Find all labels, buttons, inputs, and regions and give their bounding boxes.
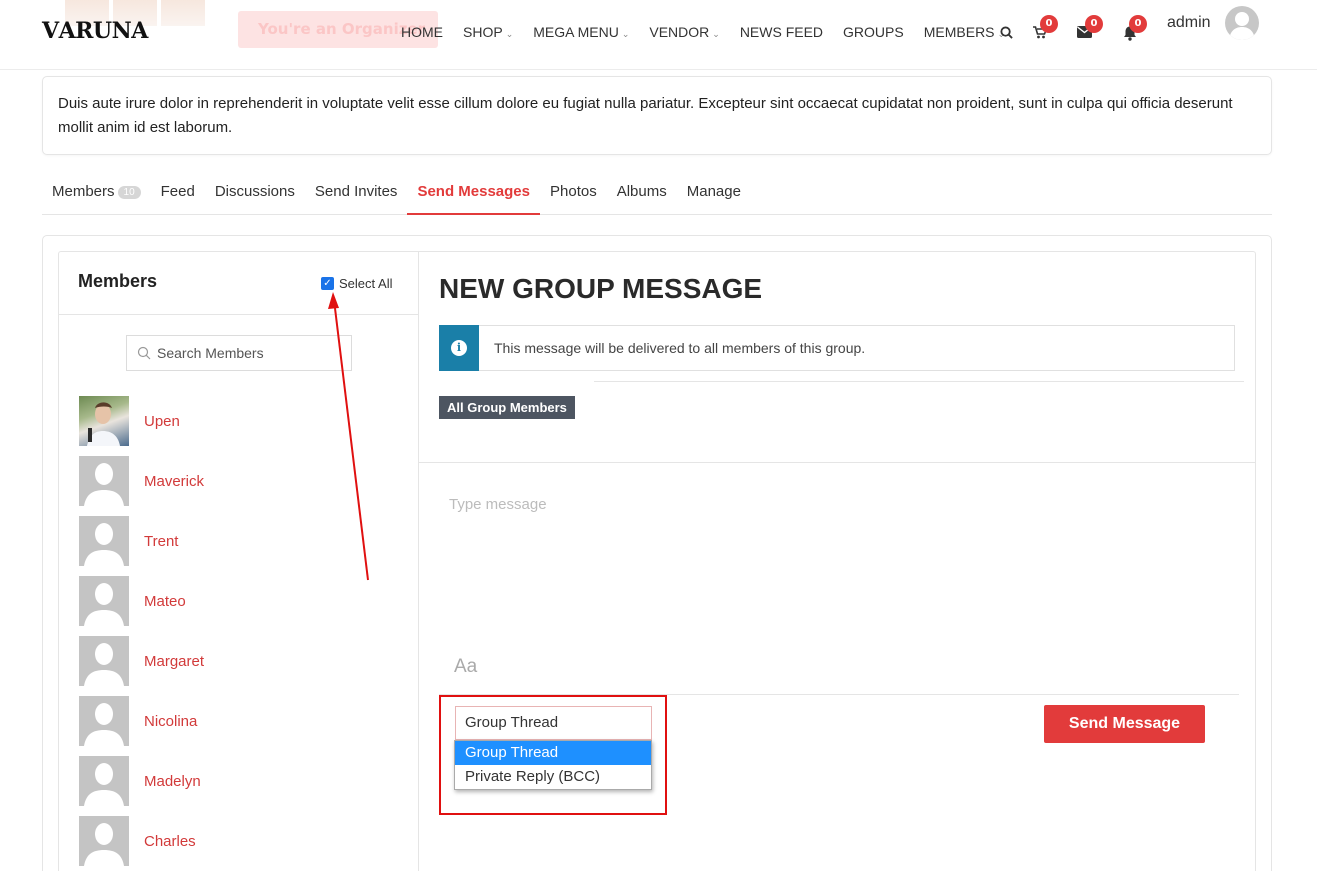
tab-send-invites[interactable]: Send Invites — [305, 170, 408, 215]
tab-manage[interactable]: Manage — [677, 170, 751, 215]
chevron-down-icon: ⌄ — [505, 29, 514, 39]
avatar[interactable] — [79, 816, 129, 866]
tab-albums[interactable]: Albums — [607, 170, 677, 215]
chevron-down-icon: ⌄ — [621, 29, 630, 39]
avatar[interactable] — [79, 696, 129, 746]
list-item[interactable]: Maverick — [79, 456, 204, 506]
member-name[interactable]: Charles — [144, 833, 196, 850]
member-name[interactable]: Madelyn — [144, 773, 201, 790]
member-name[interactable]: Margaret — [144, 653, 204, 670]
nav-item-mega-menu[interactable]: MEGA MENU ⌄ — [533, 24, 629, 40]
group-tabs: Members 10 Feed Discussions Send Invites Send… — [42, 170, 1272, 215]
members-sidebar: Members ✓ Select All Search Members Upen… — [58, 251, 419, 871]
list-item[interactable]: Trent — [79, 516, 178, 566]
composer-divider — [419, 462, 1256, 463]
nav-item-news-feed[interactable]: NEWS FEED — [740, 24, 823, 40]
tab-feed[interactable]: Feed — [151, 170, 205, 215]
tab-discussions[interactable]: Discussions — [205, 170, 305, 215]
cart-count-badge: 0 — [1040, 15, 1058, 33]
member-name[interactable]: Trent — [144, 533, 178, 550]
info-divider — [594, 381, 1244, 382]
avatar[interactable] — [79, 396, 129, 446]
page-title: NEW GROUP MESSAGE — [439, 273, 763, 304]
member-name[interactable]: Nicolina — [144, 713, 197, 730]
tab-photos[interactable]: Photos — [540, 170, 607, 215]
main-nav: HOME SHOP ⌄ MEGA MENU ⌄ VENDOR ⌄ NEWS FEED GROUP… — [401, 24, 1025, 40]
info-notice: i This message will be delivered to all … — [439, 325, 1235, 371]
avatar[interactable] — [79, 456, 129, 506]
search-icon — [137, 346, 151, 360]
checkbox-checked-icon[interactable]: ✓ — [321, 277, 334, 290]
nav-item-shop[interactable]: SHOP ⌄ — [463, 24, 513, 40]
sidebar-divider — [58, 314, 418, 315]
members-title: Members — [78, 271, 158, 291]
list-item[interactable]: Margaret — [79, 636, 204, 686]
info-icon: i — [451, 340, 467, 356]
send-message-button[interactable]: Send Message — [1044, 705, 1205, 743]
nav-item-members[interactable]: MEMBERS ⌄ — [924, 24, 1005, 40]
list-item[interactable]: Mateo — [79, 576, 186, 626]
select-all-checkbox[interactable]: ✓ Select All — [321, 276, 392, 291]
search-icon[interactable] — [1000, 26, 1013, 43]
select-all-label: Select All — [339, 276, 393, 291]
recipient-tag[interactable]: All Group Members — [439, 396, 575, 419]
avatar[interactable] — [79, 576, 129, 626]
search-members-input[interactable]: Search Members — [126, 335, 352, 371]
member-name[interactable]: Mateo — [144, 593, 186, 610]
nav-item-groups[interactable]: GROUPS — [843, 24, 904, 40]
list-item[interactable]: Nicolina — [79, 696, 197, 746]
thread-type-dropdown: Group Thread Private Reply (BCC) — [454, 740, 652, 790]
nav-item-home[interactable]: HOME — [401, 24, 443, 40]
tab-send-messages[interactable]: Send Messages — [407, 170, 540, 215]
message-textarea[interactable]: Type message — [449, 496, 547, 513]
avatar[interactable] — [79, 516, 129, 566]
avatar[interactable] — [79, 636, 129, 686]
group-description: Duis aute irure dolor in reprehenderit i… — [42, 76, 1272, 155]
list-item[interactable]: Upen — [79, 396, 180, 446]
user-avatar[interactable] — [1225, 6, 1259, 40]
dropdown-option[interactable]: Private Reply (BCC) — [455, 765, 651, 789]
text-format-icon[interactable]: Aa — [454, 656, 477, 678]
notifications-count-badge: 0 — [1129, 15, 1147, 33]
list-item[interactable]: Charles — [79, 816, 196, 866]
nav-item-vendor[interactable]: VENDOR ⌄ — [649, 24, 719, 40]
search-placeholder: Search Members — [157, 345, 264, 361]
dropdown-option[interactable]: Group Thread — [455, 741, 651, 765]
member-name[interactable]: Maverick — [144, 473, 204, 490]
member-count-badge: 10 — [117, 186, 141, 199]
user-name[interactable]: admin — [1167, 14, 1211, 32]
tab-members[interactable]: Members 10 — [42, 170, 151, 215]
member-name[interactable]: Upen — [144, 413, 180, 430]
site-header: VARUNA You're an Organizer HOME SHOP ⌄ MEGA… — [0, 0, 1317, 70]
info-text: This message will be delivered to all me… — [494, 340, 866, 356]
thread-type-select[interactable]: Group Thread — [455, 706, 652, 740]
site-logo[interactable]: VARUNA — [42, 18, 148, 44]
list-item[interactable]: Madelyn — [79, 756, 201, 806]
chevron-down-icon: ⌄ — [712, 29, 720, 39]
avatar[interactable] — [79, 756, 129, 806]
messages-count-badge: 0 — [1085, 15, 1103, 33]
